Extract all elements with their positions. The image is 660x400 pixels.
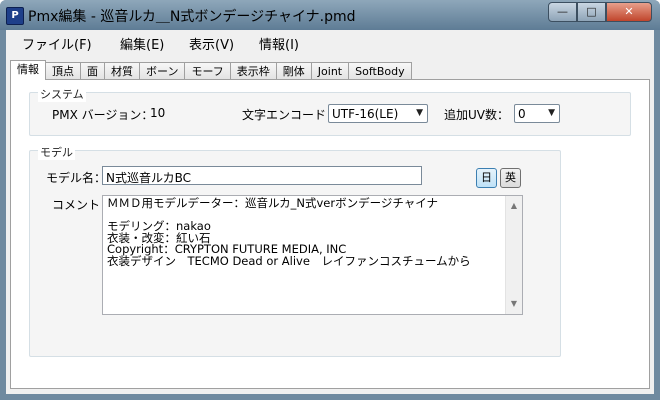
- comment-line: ＭＭＤ用モデルデーター：巡音ルカ_N式verボンデージチャイナ: [107, 196, 439, 210]
- tab-rigid-body[interactable]: 剛体: [275, 62, 312, 79]
- tab-info[interactable]: 情報: [10, 60, 46, 80]
- tab-material[interactable]: 材質: [104, 62, 140, 79]
- additional-uv-label: 追加UV数：: [444, 108, 509, 122]
- tab-vertex[interactable]: 頂点: [45, 62, 81, 79]
- encoding-value: UTF-16(LE): [332, 107, 399, 121]
- model-name-input[interactable]: N式巡音ルカBC: [102, 166, 422, 185]
- pmx-version-label: PMX バージョン：: [52, 108, 154, 122]
- menu-file[interactable]: ファイル(F): [22, 34, 92, 53]
- comment-lines: ＭＭＤ用モデルデーター：巡音ルカ_N式verボンデージチャイナ モデリング：na…: [107, 196, 502, 268]
- chevron-down-icon: ▼: [416, 108, 423, 118]
- info-panel: システム PMX バージョン： 10 文字エンコード： UTF-16(LE) ▼…: [10, 79, 650, 389]
- model-group-label: モデル: [38, 144, 75, 160]
- system-group-label: システム: [38, 86, 86, 102]
- pmx-version-value: 10: [150, 106, 166, 120]
- language-en-button[interactable]: 英: [500, 168, 521, 188]
- encoding-select[interactable]: UTF-16(LE) ▼: [328, 104, 428, 123]
- additional-uv-select[interactable]: 0 ▼: [514, 104, 560, 123]
- client-area: 情報 頂点 面 材質 ボーン モーフ 表示枠 剛体 Joint SoftBody…: [6, 56, 654, 394]
- main-window: P Pmx編集 - 巡音ルカ＿N式ボンデージチャイナ.pmd — □ ✕ ファイ…: [0, 0, 660, 400]
- menu-edit[interactable]: 編集(E): [120, 34, 164, 53]
- comment-textarea[interactable]: ＭＭＤ用モデルデーター：巡音ルカ_N式verボンデージチャイナ モデリング：na…: [102, 195, 523, 315]
- scroll-down-arrow-icon[interactable]: ▼: [506, 296, 522, 312]
- additional-uv-value: 0: [518, 107, 526, 121]
- tab-bone[interactable]: ボーン: [139, 62, 186, 79]
- tab-joint[interactable]: Joint: [310, 62, 350, 79]
- comment-scrollbar[interactable]: ▲ ▼: [505, 196, 522, 314]
- tab-softbody[interactable]: SoftBody: [348, 62, 412, 79]
- maximize-button[interactable]: □: [577, 2, 606, 22]
- tab-strip: 情報 頂点 面 材質 ボーン モーフ 表示枠 剛体 Joint SoftBody: [10, 60, 412, 80]
- close-button[interactable]: ✕: [606, 2, 652, 22]
- menu-bar: ファイル(F) 編集(E) 表示(V) 情報(I): [6, 30, 654, 56]
- minimize-button[interactable]: —: [548, 2, 577, 22]
- window-controls: — □ ✕: [548, 2, 652, 22]
- pmx-app-icon[interactable]: P: [6, 7, 24, 25]
- menu-info[interactable]: 情報(I): [259, 34, 299, 53]
- menu-view[interactable]: 表示(V): [189, 34, 234, 53]
- system-group: システム PMX バージョン： 10 文字エンコード： UTF-16(LE) ▼…: [29, 86, 631, 136]
- title-bar[interactable]: P Pmx編集 - 巡音ルカ＿N式ボンデージチャイナ.pmd — □ ✕: [0, 0, 660, 30]
- tab-morph[interactable]: モーフ: [184, 62, 231, 79]
- chevron-down-icon: ▼: [548, 108, 555, 118]
- tab-face[interactable]: 面: [80, 62, 105, 79]
- model-name-value: N式巡音ルカBC: [106, 171, 192, 185]
- window-title: Pmx編集 - 巡音ルカ＿N式ボンデージチャイナ.pmd: [28, 9, 356, 25]
- model-group: モデル モデル名： N式巡音ルカBC 日 英 コメント： ＭＭＤ用モデルデーター…: [29, 144, 561, 357]
- encoding-label: 文字エンコード：: [242, 108, 339, 122]
- tab-display-frame[interactable]: 表示枠: [229, 62, 277, 79]
- model-name-label: モデル名：: [46, 171, 107, 185]
- language-jp-button[interactable]: 日: [476, 168, 497, 188]
- comment-line: 衣装デザイン TECMO Dead or Alive レイファンコスチュームから: [107, 253, 471, 268]
- scroll-up-arrow-icon[interactable]: ▲: [506, 198, 522, 214]
